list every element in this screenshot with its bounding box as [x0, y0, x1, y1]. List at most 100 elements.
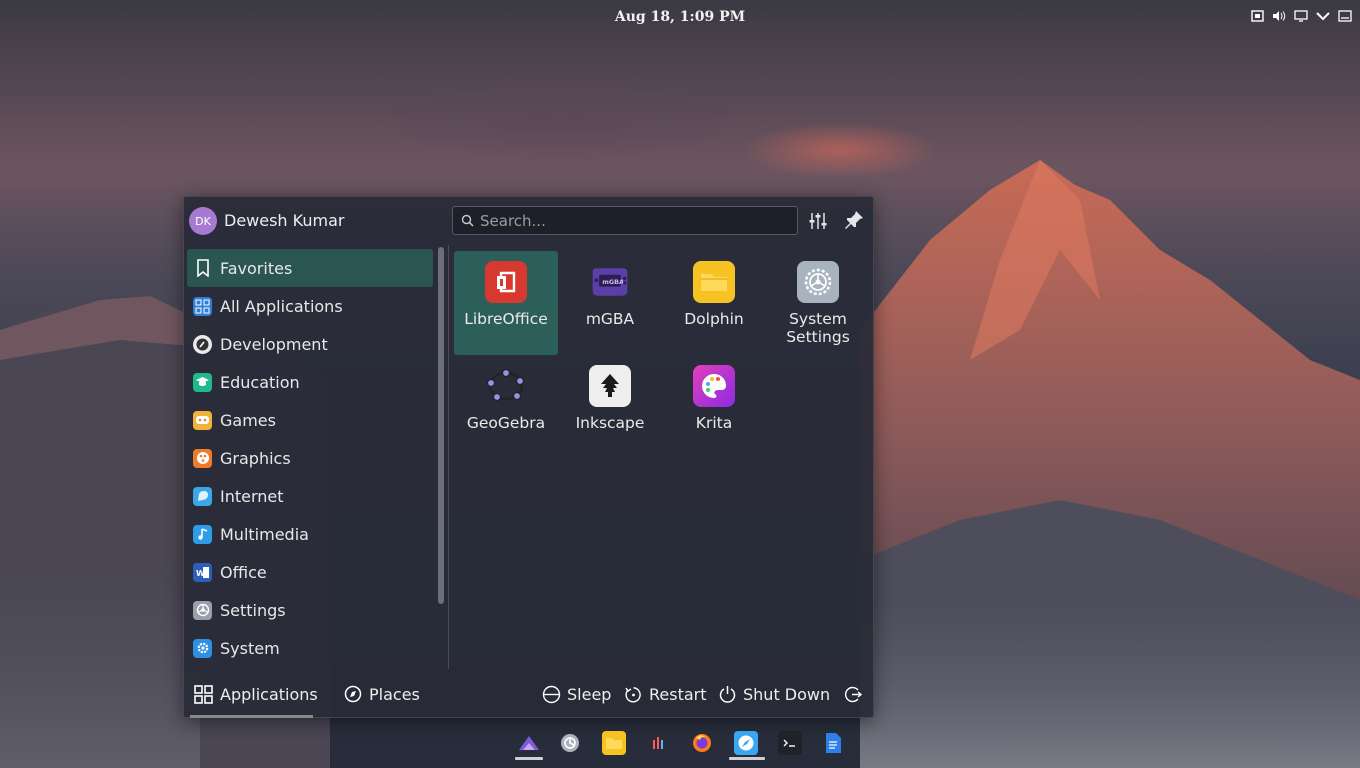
restart-button[interactable]: Restart — [624, 679, 707, 709]
internet-icon — [193, 486, 212, 506]
kde-launcher-icon[interactable] — [517, 731, 541, 755]
settings-icon — [193, 600, 212, 620]
terminal-icon[interactable] — [778, 731, 802, 755]
category-label: Favorites — [220, 258, 293, 278]
category-label: Settings — [220, 600, 286, 620]
user-name[interactable]: Dewesh Kumar — [224, 211, 344, 230]
divider — [448, 245, 449, 669]
development-icon — [193, 334, 212, 354]
app-inkscape[interactable]: Inkscape — [558, 355, 662, 459]
tab-applications[interactable]: Applications — [194, 679, 318, 709]
svg-text:W: W — [196, 569, 205, 578]
restart-icon — [624, 685, 643, 704]
application-launcher: DK Dewesh Kumar Favorites All Applicatio… — [183, 196, 874, 718]
tab-label: Places — [369, 684, 420, 704]
bookmark-icon — [193, 259, 212, 278]
clock[interactable]: Aug 18, 1:09 PM — [0, 9, 1360, 25]
category-multimedia[interactable]: Multimedia — [187, 515, 433, 553]
power-icon — [718, 685, 737, 704]
window-icon[interactable] — [1338, 9, 1352, 23]
multimedia-icon — [193, 524, 212, 544]
svg-text:mGBA: mGBA — [602, 278, 624, 286]
search-input[interactable] — [480, 209, 790, 232]
app-grid: LibreOffice mGBA mGBA Dolphin System Set… — [454, 251, 870, 461]
tab-label: Applications — [220, 684, 318, 704]
top-panel: Aug 18, 1:09 PM — [0, 0, 1360, 34]
graphics-icon — [193, 448, 212, 468]
category-all-applications[interactable]: All Applications — [187, 287, 433, 325]
avatar[interactable]: DK — [189, 207, 217, 235]
category-education[interactable]: Education — [187, 363, 433, 401]
search-field[interactable] — [452, 206, 798, 235]
category-scrollbar[interactable] — [438, 247, 444, 604]
system-settings-icon — [797, 261, 839, 303]
app-label: GeoGebra — [466, 414, 546, 432]
shutdown-button[interactable]: Shut Down — [718, 679, 830, 709]
running-indicator — [729, 757, 765, 760]
app-dolphin[interactable]: Dolphin — [662, 251, 766, 355]
volume-icon[interactable] — [1272, 9, 1286, 23]
category-list: Favorites All Applications Development E… — [187, 249, 433, 669]
category-label: All Applications — [220, 296, 343, 316]
chevron-down-icon[interactable] — [1316, 9, 1330, 23]
category-label: System — [220, 638, 280, 658]
category-office[interactable]: W Office — [187, 553, 433, 591]
inkscape-icon — [589, 365, 631, 407]
sleep-icon — [542, 685, 561, 704]
files-icon[interactable] — [602, 731, 626, 755]
display-icon[interactable] — [1294, 9, 1308, 23]
power-label: Restart — [649, 684, 707, 704]
app-geogebra[interactable]: GeoGebra — [454, 355, 558, 459]
firefox-icon[interactable] — [690, 731, 714, 755]
app-label: LibreOffice — [464, 310, 548, 328]
mgba-icon: mGBA — [589, 261, 631, 303]
pin-button[interactable] — [843, 209, 865, 231]
sliders-icon — [809, 213, 827, 229]
category-label: Development — [220, 334, 328, 354]
category-label: Multimedia — [220, 524, 309, 544]
krita-icon — [693, 365, 735, 407]
tab-places[interactable]: Places — [344, 679, 420, 709]
category-label: Education — [220, 372, 300, 392]
launcher-header: DK Dewesh Kumar — [184, 197, 873, 245]
category-development[interactable]: Development — [187, 325, 433, 363]
app-label: Dolphin — [684, 310, 744, 328]
discover-icon[interactable] — [558, 731, 582, 755]
category-label: Office — [220, 562, 267, 582]
app-label: mGBA — [585, 310, 635, 328]
category-games[interactable]: Games — [187, 401, 433, 439]
category-graphics[interactable]: Graphics — [187, 439, 433, 477]
app-mgba[interactable]: mGBA mGBA — [558, 251, 662, 355]
office-icon: W — [193, 562, 212, 582]
document-icon[interactable] — [821, 731, 845, 755]
launcher-footer: Applications Places Sleep Restart Shut D… — [184, 671, 873, 719]
sleep-button[interactable]: Sleep — [542, 679, 611, 709]
power-label: Shut Down — [743, 684, 831, 704]
system-monitor-icon[interactable] — [646, 731, 670, 755]
safari-icon[interactable] — [734, 731, 758, 755]
system-icon — [193, 638, 212, 658]
configure-button[interactable] — [807, 210, 829, 232]
app-system-settings[interactable]: System Settings — [766, 251, 870, 355]
leave-button[interactable] — [844, 679, 869, 709]
app-label: Krita — [695, 414, 733, 432]
games-icon — [193, 410, 212, 430]
category-label: Internet — [220, 486, 284, 506]
category-system[interactable]: System — [187, 629, 433, 667]
active-tab-indicator — [190, 715, 313, 718]
category-label: Games — [220, 410, 276, 430]
category-favorites[interactable]: Favorites — [187, 249, 433, 287]
category-internet[interactable]: Internet — [187, 477, 433, 515]
running-indicator — [515, 757, 543, 760]
geogebra-icon — [485, 365, 527, 407]
power-label: Sleep — [567, 684, 612, 704]
screenshot-icon[interactable] — [1250, 9, 1264, 23]
folder-icon — [693, 261, 735, 303]
education-icon — [193, 372, 212, 392]
app-libreoffice[interactable]: LibreOffice — [454, 251, 558, 355]
app-label: System Settings — [786, 310, 850, 346]
category-label: Graphics — [220, 448, 291, 468]
pin-icon — [845, 211, 863, 229]
app-krita[interactable]: Krita — [662, 355, 766, 459]
category-settings[interactable]: Settings — [187, 591, 433, 629]
